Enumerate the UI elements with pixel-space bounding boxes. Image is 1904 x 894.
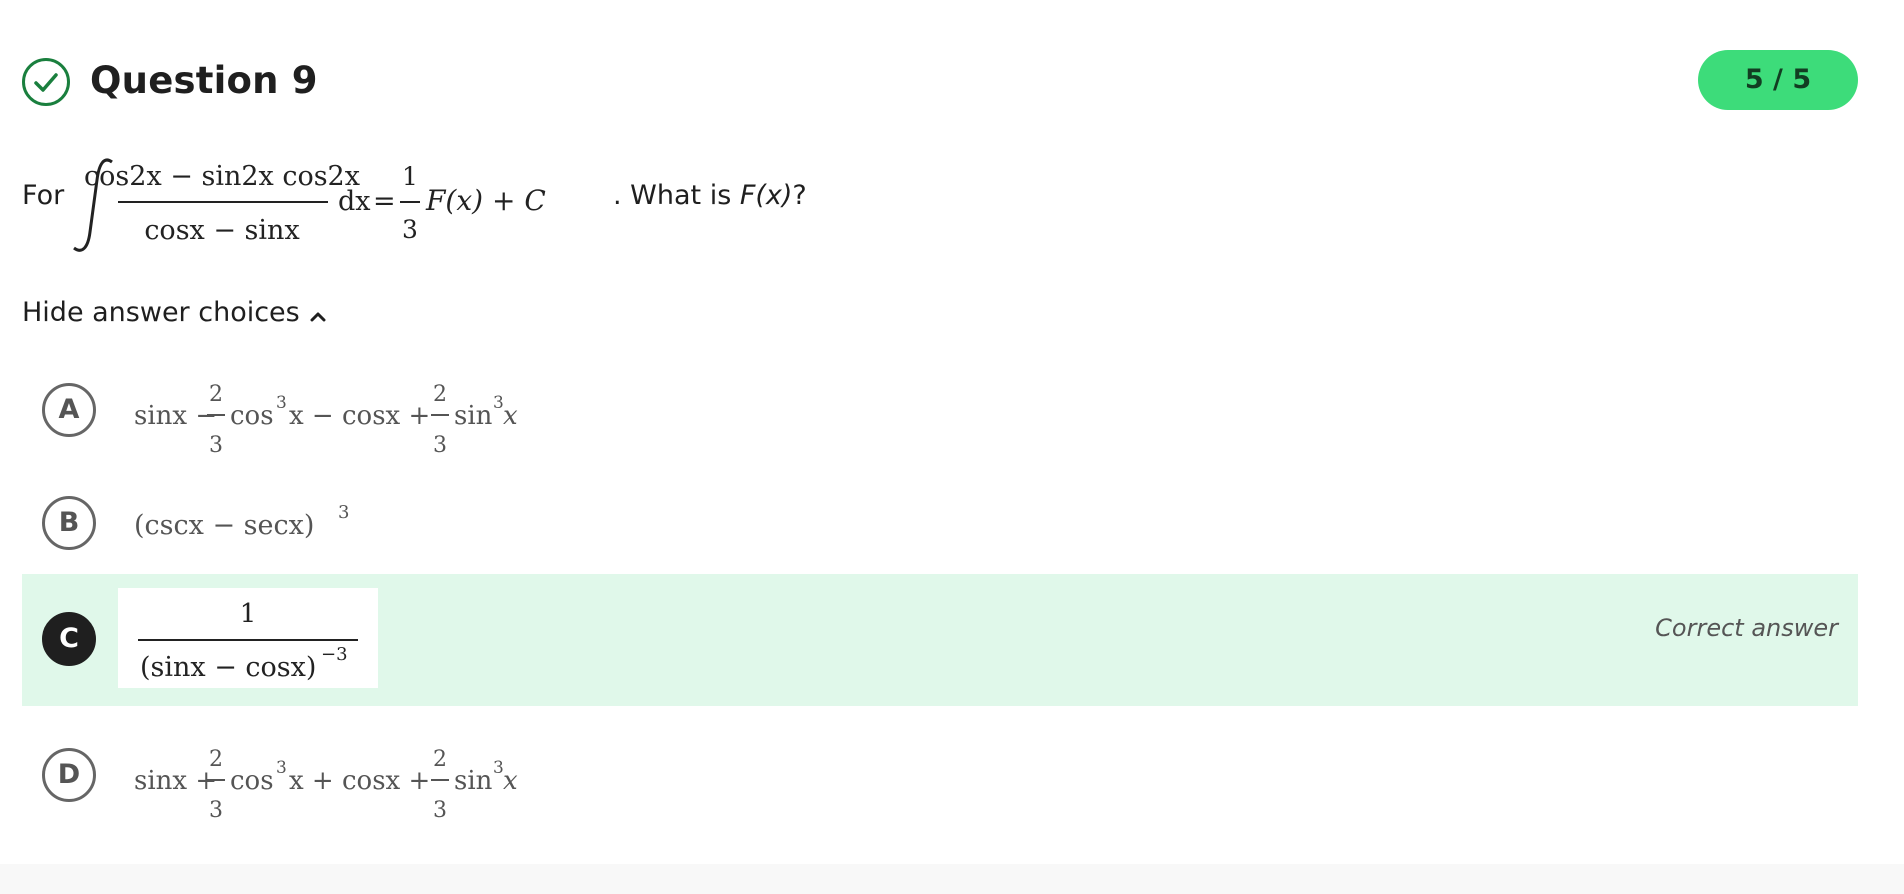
answer-choice-c[interactable]: C 1 (sinx − cosx) −3 Correct answer [22, 574, 1858, 706]
svg-text:x: x [503, 766, 518, 796]
svg-text:x: x [503, 401, 518, 431]
score-badge[interactable]: 5 / 5 [1698, 50, 1858, 110]
svg-text:sinx −: sinx − [134, 401, 217, 431]
svg-text:2: 2 [209, 747, 223, 772]
svg-text:sin: sin [454, 401, 493, 431]
choice-a-expression: sinx − 2 3 cos 3 x − cosx + 2 3 sin 3 x [134, 382, 518, 458]
svg-text:3: 3 [276, 393, 287, 413]
svg-text:2: 2 [433, 382, 447, 407]
svg-text:2: 2 [433, 747, 447, 772]
question-title: Question 9 [90, 59, 318, 102]
svg-text:x − cosx +: x − cosx + [289, 401, 430, 431]
svg-text:3: 3 [433, 433, 447, 458]
choice-c-expression: 1 (sinx − cosx) −3 [138, 599, 358, 683]
svg-text:3: 3 [209, 798, 223, 823]
integral-denominator: cosx − sinx [144, 215, 299, 246]
svg-text:2: 2 [209, 382, 223, 407]
bottom-divider [0, 864, 1904, 894]
choice-letter-c: C [42, 612, 96, 666]
answer-choice-a[interactable]: A sinx − 2 3 cos 3 x − cosx + 2 3 sin 3 … [22, 355, 1858, 465]
hide-answer-choices-toggle[interactable]: Hide answer choices [22, 294, 326, 333]
svg-text:3: 3 [276, 758, 287, 778]
answer-choice-b[interactable]: B (cscx − secx) 3 [22, 488, 1858, 558]
svg-text:sin: sin [454, 766, 493, 796]
svg-text:3: 3 [209, 433, 223, 458]
coef-numerator: 1 [402, 162, 418, 191]
coef-denominator: 3 [402, 215, 418, 244]
question-text: For cos2x − sin2x cos2x cosx − sinx dx =… [22, 150, 922, 260]
choice-c-math-box: 1 (sinx − cosx) −3 [118, 588, 378, 688]
question-prefix: For [22, 180, 65, 211]
chevron-up-icon [310, 295, 326, 333]
svg-text:sinx +: sinx + [134, 766, 217, 796]
svg-text:3: 3 [433, 798, 447, 823]
integral-rhs: F(x) + C [425, 184, 546, 217]
svg-text:−3: −3 [321, 644, 348, 665]
svg-text:cos: cos [230, 766, 274, 796]
integral-dx: dx [338, 186, 371, 217]
integral-numerator: cos2x − sin2x cos2x [84, 161, 360, 192]
choice-letter-b: B [42, 496, 96, 550]
svg-text:1: 1 [240, 599, 257, 629]
svg-text:(sinx − cosx): (sinx − cosx) [140, 652, 316, 683]
svg-text:(cscx − secx): (cscx − secx) [134, 510, 314, 541]
choice-letter-d: D [42, 748, 96, 802]
svg-text:x + cosx +: x + cosx + [289, 766, 430, 796]
question-suffix: . What is F(x)? [613, 180, 807, 211]
equals-sign: = [373, 186, 396, 217]
choice-letter-a: A [42, 383, 96, 437]
choice-d-expression: sinx + 2 3 cos 3 x + cosx + 2 3 sin 3 x [134, 747, 518, 823]
choice-b-expression: (cscx − secx) 3 [134, 502, 349, 541]
toggle-label: Hide answer choices [22, 297, 300, 328]
integral-equation: cos2x − sin2x cos2x cosx − sinx dx = 1 3… [73, 158, 546, 252]
svg-text:cos: cos [230, 401, 274, 431]
answer-choice-d[interactable]: D sinx + 2 3 cos 3 x + cosx + 2 3 sin 3 … [22, 720, 1858, 830]
check-circle-icon [22, 58, 70, 106]
correct-answer-label: Correct answer [1655, 614, 1838, 642]
svg-text:3: 3 [338, 502, 349, 523]
